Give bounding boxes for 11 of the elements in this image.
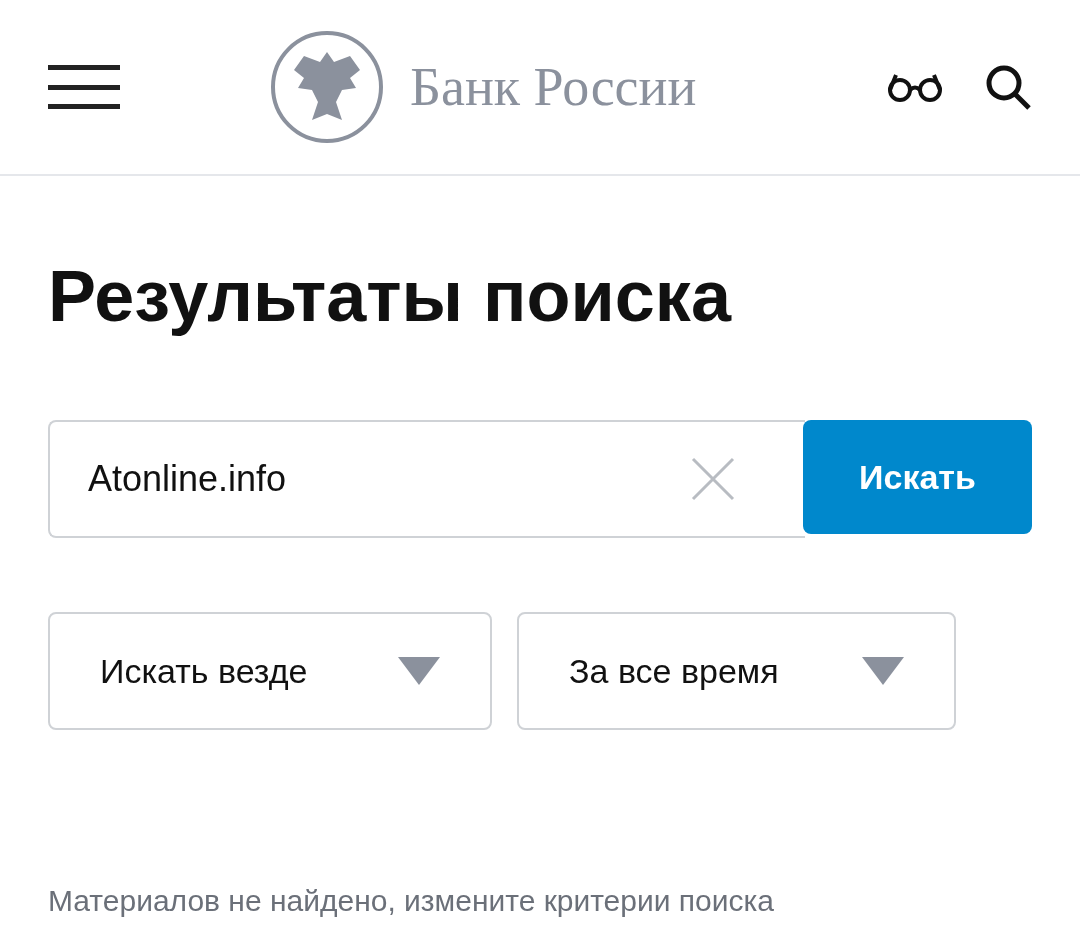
glasses-icon[interactable] bbox=[886, 71, 944, 103]
caret-icon bbox=[862, 657, 904, 685]
search-button[interactable]: Искать bbox=[803, 420, 1032, 534]
filter-dropdown[interactable]: Искать везде bbox=[48, 612, 492, 730]
filter-dropdown[interactable]: За все время bbox=[517, 612, 956, 730]
no-results-message: Материалов не найдено, измените критерии поиска bbox=[48, 883, 775, 919]
caret-icon bbox=[398, 657, 440, 685]
search-field[interactable]: Atonline.info bbox=[48, 420, 805, 538]
emblem-icon bbox=[270, 30, 384, 144]
search-icon[interactable] bbox=[984, 63, 1032, 111]
menu-icon[interactable] bbox=[48, 65, 120, 109]
